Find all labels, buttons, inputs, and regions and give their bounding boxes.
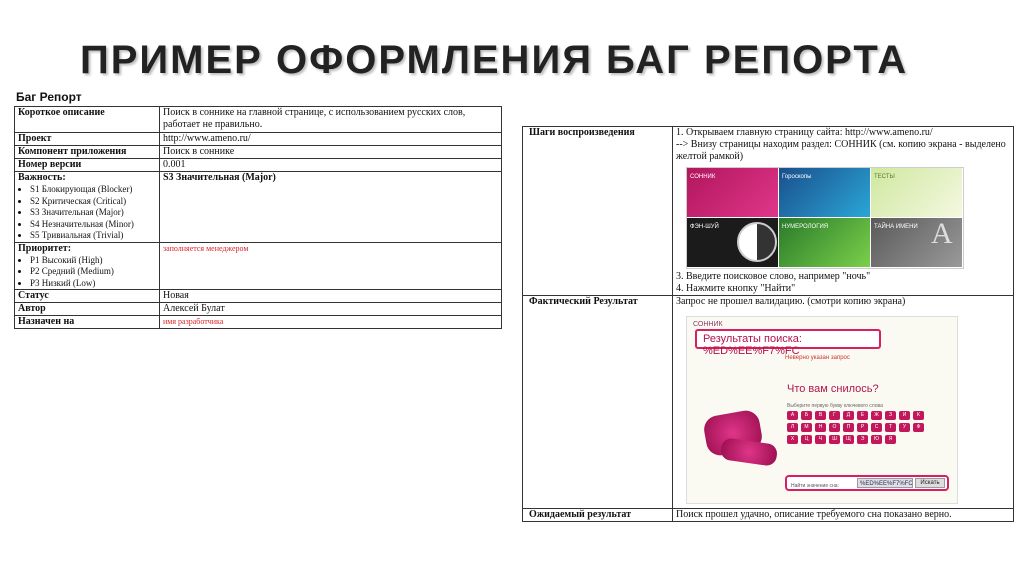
component-label: Компонент приложения bbox=[14, 145, 160, 159]
letter-key: М bbox=[801, 423, 812, 432]
priority-cell: Приоритет: P1 Высокий (High) P2 Средний … bbox=[14, 241, 160, 290]
letter-key: Щ bbox=[843, 435, 854, 444]
letter-key: Ч bbox=[815, 435, 826, 444]
severity-label: Важность: bbox=[18, 172, 66, 183]
slide-title: ПРИМЕР ОФОРМЛЕНИЯ БАГ РЕПОРТА bbox=[80, 38, 909, 82]
priority-label: Приоритет: bbox=[18, 242, 72, 254]
status-value: Новая bbox=[159, 289, 502, 303]
letter-key: Х bbox=[787, 435, 798, 444]
step-3: 3. Введите поисковое слово, например "но… bbox=[676, 271, 871, 282]
search-label: Найти значение сна: bbox=[791, 483, 839, 489]
alphabet-grid: АБВГДЕЖЗИК ЛМНОПРСТУФ ХЦЧШЩЭЮЯ bbox=[787, 411, 927, 444]
letter-key: Г bbox=[829, 411, 840, 420]
tile-name-secret: ТАЙНА ИМЕНИ A bbox=[871, 218, 962, 267]
letter-key: С bbox=[871, 423, 882, 432]
priority-option: P1 Высокий (High) bbox=[30, 255, 156, 267]
version-value: 0.001 bbox=[159, 158, 502, 172]
reproduction-table: Шаги воспроизведения 1. Открываем главну… bbox=[522, 126, 1014, 522]
letter-a-icon: A bbox=[931, 217, 953, 250]
letter-key: Ю bbox=[871, 435, 882, 444]
letter-key: А bbox=[787, 411, 798, 420]
expected-label: Ожидаемый результат bbox=[522, 508, 673, 522]
letter-key: И bbox=[899, 411, 910, 420]
letter-key: Р bbox=[857, 423, 868, 432]
letter-key: У bbox=[899, 423, 910, 432]
severity-option: S5 Тривиальная (Trivial) bbox=[30, 230, 156, 242]
component-value: Поиск в соннике bbox=[159, 145, 502, 159]
status-label: Статус bbox=[14, 289, 160, 303]
letter-key: Д bbox=[843, 411, 854, 420]
letter-key: Е bbox=[857, 411, 868, 420]
letter-key: Ф bbox=[913, 423, 924, 432]
site-sections-screenshot: СОННИК Гороскопы ТЕСТЫ ФЭН-ШУЙ НУМЕРОЛОГ… bbox=[686, 167, 964, 269]
letter-key: В bbox=[815, 411, 826, 420]
letter-key: П bbox=[843, 423, 854, 432]
pillow-image bbox=[719, 437, 779, 467]
letter-key: О bbox=[829, 423, 840, 432]
tile-label: ФЭН-ШУЙ bbox=[690, 224, 719, 230]
letter-key: Б bbox=[801, 411, 812, 420]
letter-key: Э bbox=[857, 435, 868, 444]
priority-list: P1 Высокий (High) P2 Средний (Medium) P3… bbox=[18, 255, 156, 290]
tile-numerology: НУМЕРОЛОГИЯ bbox=[779, 218, 870, 267]
severity-value: S3 Значительная (Major) bbox=[159, 171, 502, 243]
step-2: --> Внизу страницы находим раздел: СОННИ… bbox=[676, 139, 1006, 162]
letter-key: Н bbox=[815, 423, 826, 432]
severity-option: S2 Критическая (Critical) bbox=[30, 196, 156, 208]
short-desc-value: Поиск в соннике на главной странице, с и… bbox=[159, 106, 502, 133]
tile-label: СОННИК bbox=[690, 174, 716, 180]
step-1: 1. Открываем главную страницу сайта: htt… bbox=[676, 127, 933, 138]
expected-value: Поиск прошел удачно, описание требуемого… bbox=[672, 508, 1014, 522]
author-value: Алексей Булат bbox=[159, 302, 502, 316]
priority-value: заполняется менеджером bbox=[159, 241, 502, 290]
step-4: 4. Нажмите кнопку "Найти" bbox=[676, 283, 796, 294]
tile-fengshui: ФЭН-ШУЙ bbox=[687, 218, 778, 267]
project-value: http://www.ameno.ru/ bbox=[159, 132, 502, 146]
severity-list: S1 Блокирующая (Blocker) S2 Критическая … bbox=[18, 184, 156, 242]
tile-label: НУМЕРОЛОГИЯ bbox=[782, 224, 829, 230]
steps-cell: 1. Открываем главную страницу сайта: htt… bbox=[672, 126, 1014, 296]
search-results-box: Результаты поиска: %ED%EE%F7%FC bbox=[695, 329, 881, 357]
letter-key: З bbox=[885, 411, 896, 420]
actual-cell: Запрос не прошел валидацию. (смотри копи… bbox=[672, 295, 1014, 509]
tile-horoscopes: Гороскопы bbox=[779, 168, 870, 217]
actual-value: Запрос не прошел валидацию. (смотри копи… bbox=[676, 296, 906, 307]
letter-key: Ц bbox=[801, 435, 812, 444]
short-desc-label: Короткое описание bbox=[14, 106, 160, 133]
severity-option: S1 Блокирующая (Blocker) bbox=[30, 184, 156, 196]
error-note: Неверно указан запрос bbox=[785, 355, 850, 361]
tile-label: Гороскопы bbox=[782, 174, 812, 180]
tile-label: ТЕСТЫ bbox=[874, 174, 895, 180]
assigned-label: Назначен на bbox=[14, 315, 160, 329]
severity-option: S3 Значительная (Major) bbox=[30, 207, 156, 219]
question-heading: Что вам снилось? bbox=[787, 383, 879, 395]
steps-label: Шаги воспроизведения bbox=[522, 126, 673, 296]
priority-option: P2 Средний (Medium) bbox=[30, 266, 156, 278]
letter-key: Л bbox=[787, 423, 798, 432]
search-button: Искать bbox=[915, 478, 945, 488]
tile-label: ТАЙНА ИМЕНИ bbox=[874, 224, 918, 230]
author-label: Автор bbox=[14, 302, 160, 316]
dream-search-bar: Найти значение сна: %ED%EE%F7%FC Искать bbox=[785, 475, 949, 491]
project-label: Проект bbox=[14, 132, 160, 146]
error-screenshot: СОННИК Результаты поиска: %ED%EE%F7%FC Н… bbox=[686, 316, 958, 504]
bug-report-table: Короткое описание Поиск в соннике на гла… bbox=[14, 106, 502, 329]
severity-cell: Важность: S1 Блокирующая (Blocker) S2 Кр… bbox=[14, 171, 160, 243]
letter-key: Ш bbox=[829, 435, 840, 444]
search-input: %ED%EE%F7%FC bbox=[857, 478, 913, 488]
letter-key: Ж bbox=[871, 411, 882, 420]
tile-tests: ТЕСТЫ bbox=[871, 168, 962, 217]
priority-option: P3 Низкий (Low) bbox=[30, 278, 156, 290]
report-title: Баг Репорт bbox=[16, 90, 82, 104]
version-label: Номер версии bbox=[14, 158, 160, 172]
tile-sonnik: СОННИК bbox=[687, 168, 778, 217]
letter-key: Т bbox=[885, 423, 896, 432]
letter-key: К bbox=[913, 411, 924, 420]
severity-option: S4 Незначительная (Minor) bbox=[30, 219, 156, 231]
letter-key: Я bbox=[885, 435, 896, 444]
yin-yang-icon bbox=[737, 222, 777, 262]
actual-label: Фактический Результат bbox=[522, 295, 673, 509]
assigned-value: имя разработчика bbox=[159, 315, 502, 329]
